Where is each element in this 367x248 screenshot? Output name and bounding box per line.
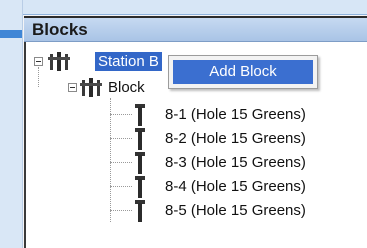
- tree-station-label[interactable]: 8-2 (Hole 15 Greens): [165, 130, 306, 147]
- tree-station-label[interactable]: 8-1 (Hole 15 Greens): [165, 106, 306, 123]
- sprinkler-head-icon: [135, 104, 145, 126]
- tree-block-label[interactable]: Block: [108, 79, 145, 96]
- tree-station-label[interactable]: 8-5 (Hole 15 Greens): [165, 202, 306, 219]
- panel-titlebar: Blocks: [24, 16, 367, 42]
- tree-connector: [110, 162, 132, 163]
- collapse-minus-icon[interactable]: [34, 57, 43, 66]
- tree-station-label[interactable]: 8-4 (Hole 15 Greens): [165, 178, 306, 195]
- sprinkler-head-icon: [135, 152, 145, 174]
- tree-connector: [38, 67, 39, 87]
- tree-connector: [110, 210, 132, 211]
- tree-connector: [110, 98, 111, 222]
- panel-title: Blocks: [32, 20, 88, 39]
- tree-station-label[interactable]: 8-3 (Hole 15 Greens): [165, 154, 306, 171]
- sprinkler-head-icon: [135, 176, 145, 198]
- tree-connector: [110, 186, 132, 187]
- sprinkler-group-icon: [48, 52, 70, 71]
- outer-frame-top: [0, 0, 367, 15]
- tree-connector: [110, 138, 132, 139]
- sprinkler-head-icon: [135, 200, 145, 222]
- frame-accent-strip: [0, 30, 22, 38]
- tree-root-label[interactable]: Station B: [95, 52, 162, 71]
- collapse-minus-icon[interactable]: [68, 83, 77, 92]
- tree-connector: [110, 114, 132, 115]
- context-menu: Add Block: [168, 55, 318, 89]
- sprinkler-head-icon: [135, 128, 145, 150]
- sprinkler-group-icon: [80, 78, 102, 97]
- blocks-window: Blocks Station B Block 8-1 (Hole 15 Gree…: [0, 0, 367, 248]
- add-block-menu-item[interactable]: Add Block: [173, 60, 313, 84]
